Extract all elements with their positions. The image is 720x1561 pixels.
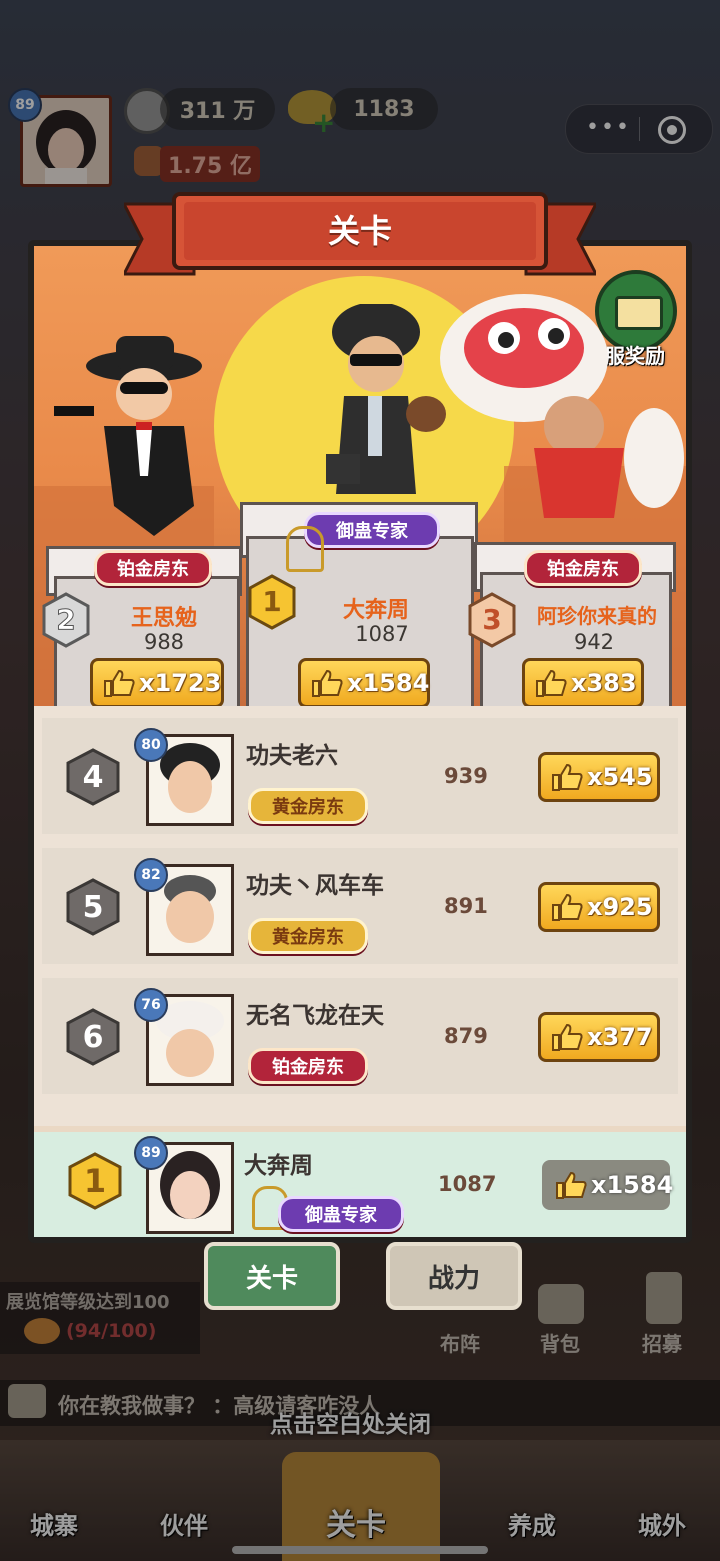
thumbs-up-icon bbox=[555, 1171, 587, 1199]
thumbs-up-icon bbox=[311, 669, 343, 697]
svg-text:1: 1 bbox=[262, 585, 281, 618]
my-score: 1087 bbox=[438, 1172, 497, 1196]
podium-1-like-count: x1584 bbox=[347, 669, 430, 697]
podium-area: 全服奖励 铂金房东 2 王思勉 988 x1723 御蛊专家 1 大奔周 108… bbox=[34, 246, 686, 722]
rank-number: 5 bbox=[82, 890, 104, 925]
tab-stage[interactable]: 关卡 bbox=[204, 1242, 340, 1310]
podium-1-like-button[interactable]: x1584 bbox=[298, 658, 430, 708]
my-level-badge: 89 bbox=[134, 1136, 168, 1170]
thumbs-up-icon bbox=[551, 763, 583, 791]
like-count: x925 bbox=[587, 893, 653, 921]
title-badge: 黄金房东 bbox=[248, 788, 368, 824]
like-count: x377 bbox=[587, 1023, 653, 1051]
rank-1-gold-badge: 1 bbox=[248, 574, 296, 630]
list-item: 6 76 无名飞龙在天 铂金房东 879 x377 bbox=[42, 978, 678, 1094]
level-badge: 80 bbox=[134, 728, 168, 762]
podium-1-score: 1087 bbox=[355, 622, 409, 646]
list-item: 5 82 功夫丶风车车 黄金房东 891 x925 bbox=[42, 848, 678, 964]
podium-2-name: 王思勉 bbox=[130, 606, 197, 631]
podium-3-title-badge: 铂金房东 bbox=[524, 550, 642, 586]
thumbs-up-icon bbox=[551, 893, 583, 921]
player-score: 891 bbox=[444, 894, 488, 918]
podium-1-title-badge: 御蛊专家 bbox=[304, 512, 440, 548]
thumbs-up-icon bbox=[103, 669, 135, 697]
like-count: x545 bbox=[587, 763, 653, 791]
podium-2-like-button[interactable]: x1723 bbox=[90, 658, 224, 708]
podium-3-like-button[interactable]: x383 bbox=[522, 658, 644, 708]
thumbs-up-icon bbox=[551, 1023, 583, 1051]
thumbs-up-icon bbox=[535, 669, 567, 697]
title-badge: 黄金房东 bbox=[248, 918, 368, 954]
panel-title: 关卡 bbox=[327, 212, 392, 250]
my-rank-row: 1 89 大奔周 御蛊专家 1087 x1584 bbox=[34, 1132, 686, 1237]
level-badge: 82 bbox=[134, 858, 168, 892]
rank-2-silver-badge: 2 bbox=[42, 592, 90, 648]
rank-3-bronze-badge: 3 bbox=[468, 592, 516, 648]
my-name: 大奔周 bbox=[244, 1153, 313, 1179]
leaderboard-panel: 全服奖励 铂金房东 2 王思勉 988 x1723 御蛊专家 1 大奔周 108… bbox=[28, 240, 692, 1243]
svg-text:2: 2 bbox=[56, 603, 75, 636]
like-button[interactable]: x377 bbox=[538, 1012, 660, 1062]
player-name: 功夫老六 bbox=[246, 743, 338, 769]
tab-stage-label: 关卡 bbox=[245, 1263, 298, 1294]
like-button[interactable]: x545 bbox=[538, 752, 660, 802]
second-place-character bbox=[54, 336, 202, 536]
player-score: 879 bbox=[444, 1024, 488, 1048]
level-badge: 76 bbox=[134, 988, 168, 1022]
leaderboard-panel-inner: 全服奖励 铂金房东 2 王思勉 988 x1723 御蛊专家 1 大奔周 108… bbox=[34, 246, 686, 1237]
title-ribbon: 关卡 bbox=[121, 192, 599, 284]
podium-3-name: 阿珍你来真的 bbox=[537, 604, 657, 628]
my-title-badge: 御蛊专家 bbox=[278, 1196, 404, 1232]
rank-number: 6 bbox=[82, 1020, 104, 1055]
podium-2-score: 988 bbox=[143, 630, 185, 654]
title-badge: 铂金房东 bbox=[248, 1048, 368, 1084]
rank-number: 4 bbox=[82, 760, 104, 795]
tab-power-label: 战力 bbox=[427, 1263, 480, 1294]
player-name: 无名飞龙在天 bbox=[246, 1003, 384, 1029]
ranking-list[interactable]: 4 80 功夫老六 黄金房东 939 x545 5 82 功夫丶风车车 黄金房东… bbox=[34, 706, 686, 1126]
my-like-display: x1584 bbox=[542, 1160, 674, 1210]
svg-text:3: 3 bbox=[482, 603, 501, 636]
player-score: 939 bbox=[444, 764, 488, 788]
my-rank-number: 1 bbox=[83, 1162, 107, 1200]
list-item: 4 80 功夫老六 黄金房东 939 x545 bbox=[42, 718, 678, 834]
podium-3-like-count: x383 bbox=[571, 669, 637, 697]
player-name: 功夫丶风车车 bbox=[246, 873, 384, 899]
my-like-count: x1584 bbox=[591, 1171, 674, 1199]
like-button[interactable]: x925 bbox=[538, 882, 660, 932]
podium-3-score: 942 bbox=[573, 630, 615, 654]
birdcage-icon bbox=[286, 526, 324, 572]
podium-1-name: 大奔周 bbox=[342, 598, 409, 623]
podium-2-like-count: x1723 bbox=[139, 669, 222, 697]
tab-power[interactable]: 战力 bbox=[386, 1242, 522, 1310]
podium-2-title-badge: 铂金房东 bbox=[94, 550, 212, 586]
